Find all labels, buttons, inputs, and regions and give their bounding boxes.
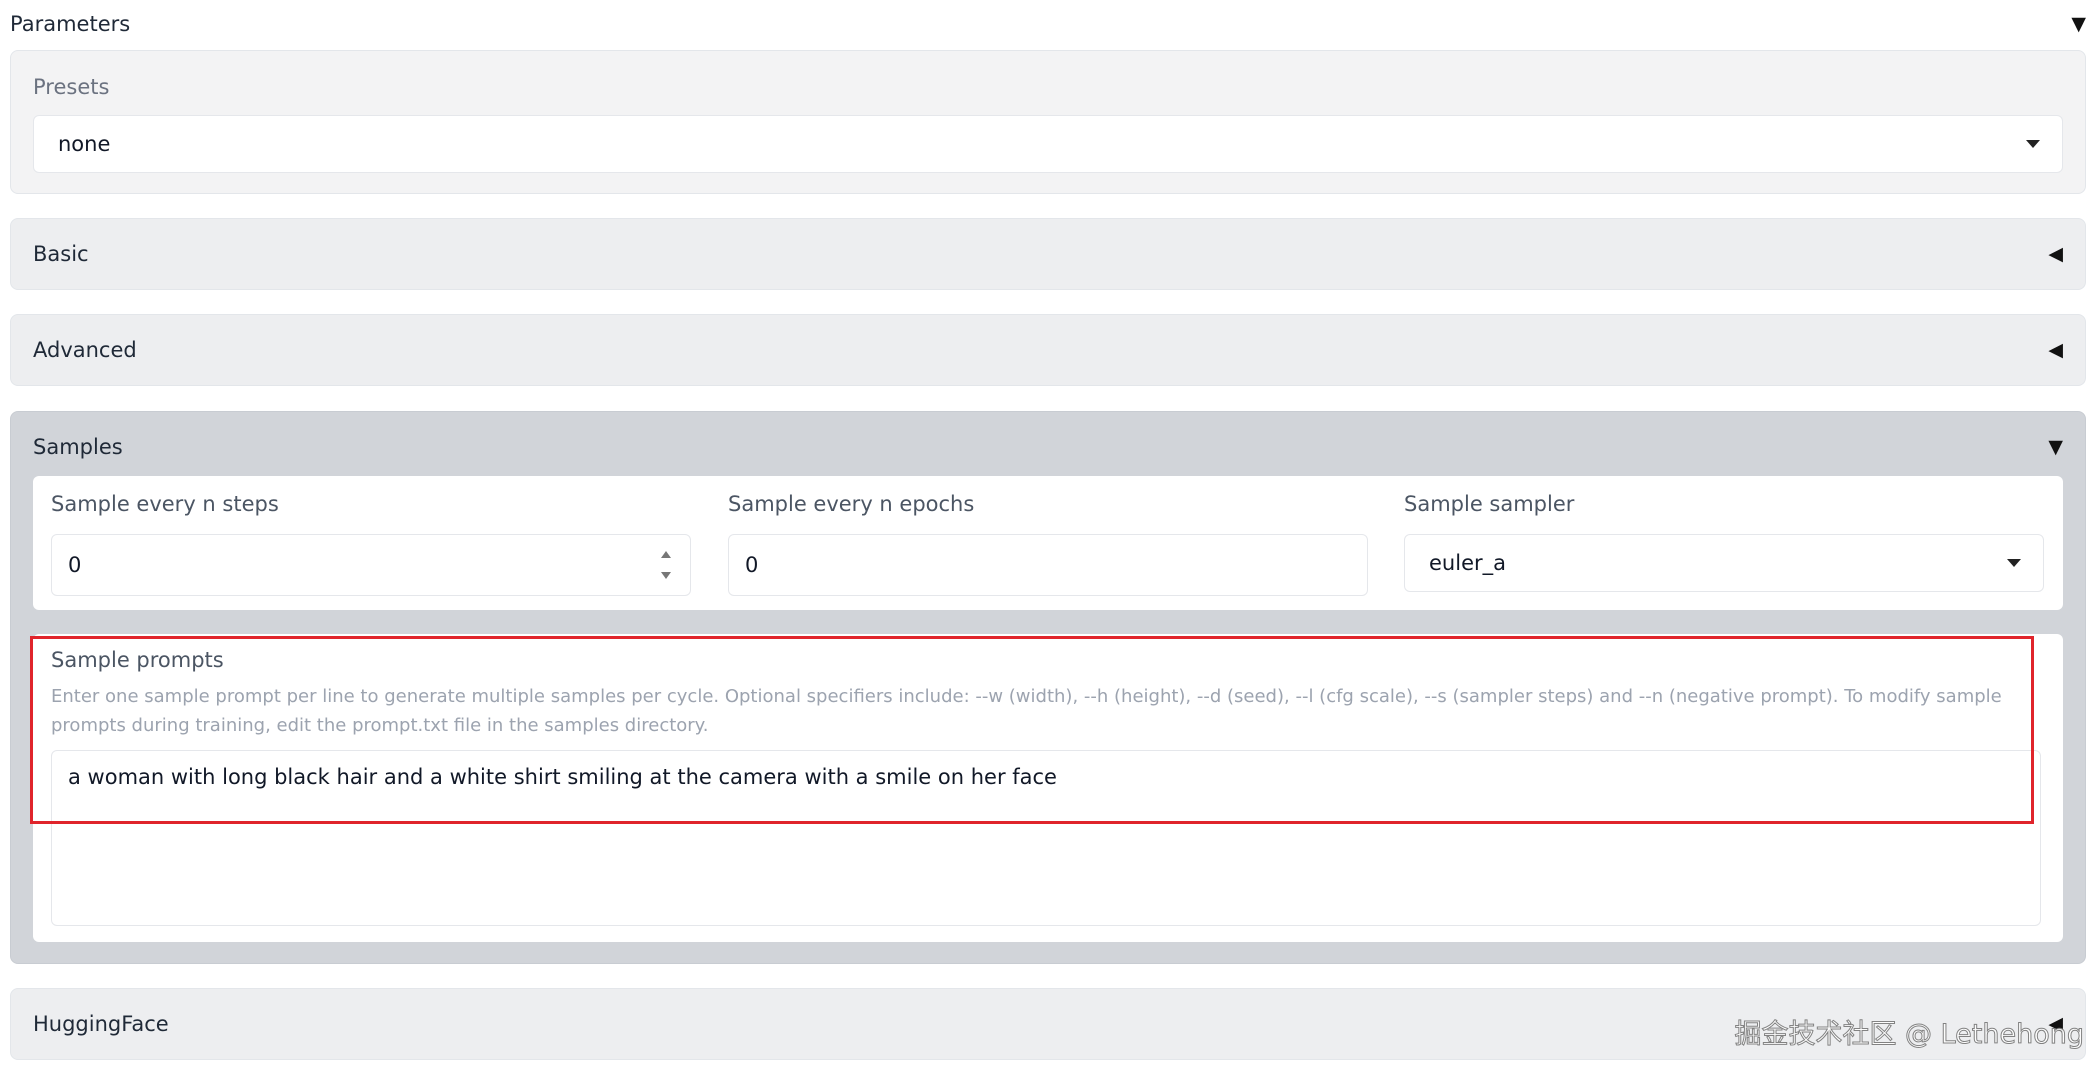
- presets-panel: Presets none: [10, 50, 2086, 194]
- sample-sampler-field: Sample sampler euler_a: [1404, 492, 2044, 592]
- sample-prompts-panel: Sample prompts Enter one sample prompt p…: [33, 634, 2063, 942]
- caret-down-icon: [2007, 559, 2021, 567]
- training-parameters-page: Parameters ▼ Presets none Basic ◀ Advanc…: [0, 0, 2096, 1074]
- triangle-left-icon: ◀: [2048, 242, 2063, 265]
- sample-sampler-selected-value: euler_a: [1429, 551, 1506, 575]
- sample-every-n-epochs-input[interactable]: 0: [728, 534, 1368, 596]
- samples-accordion: Samples ▼ Sample every n steps 0 Sample …: [10, 411, 2086, 964]
- sample-prompts-value: a woman with long black hair and a white…: [68, 765, 1057, 789]
- sample-every-n-steps-input[interactable]: 0: [51, 534, 691, 596]
- sample-sampler-label: Sample sampler: [1404, 492, 1575, 516]
- advanced-title: Advanced: [33, 338, 137, 362]
- samples-header[interactable]: Samples ▼: [33, 432, 2063, 462]
- sample-prompts-info: Enter one sample prompt per line to gene…: [51, 686, 2002, 736]
- presets-label: Presets: [33, 75, 110, 99]
- sample-every-n-epochs-value: 0: [745, 553, 759, 577]
- watermark: 掘金技术社区 @ Lethehong: [1734, 1019, 2085, 1051]
- presets-selected-value: none: [58, 132, 111, 156]
- sample-every-n-epochs-label: Sample every n epochs: [728, 492, 975, 516]
- sample-settings-row: Sample every n steps 0 Sample every n ep…: [33, 476, 2063, 610]
- parameters-title: Parameters: [10, 12, 131, 36]
- sample-sampler-dropdown[interactable]: euler_a: [1404, 534, 2044, 592]
- advanced-accordion[interactable]: Advanced ◀: [10, 314, 2086, 386]
- sample-every-n-steps-value: 0: [68, 553, 82, 577]
- sample-every-n-steps-field: Sample every n steps 0: [51, 492, 691, 596]
- parameters-header[interactable]: Parameters ▼: [10, 4, 2086, 44]
- caret-down-icon: [2026, 140, 2040, 148]
- sample-every-n-epochs-field: Sample every n epochs 0: [728, 492, 1368, 596]
- basic-accordion[interactable]: Basic ◀: [10, 218, 2086, 290]
- triangle-down-icon[interactable]: ▼: [2071, 14, 2086, 34]
- samples-title: Samples: [33, 435, 123, 459]
- stepper-down-icon[interactable]: [661, 572, 671, 579]
- sample-prompts-textarea[interactable]: a woman with long black hair and a white…: [51, 750, 2041, 926]
- triangle-left-icon: ◀: [2048, 338, 2063, 361]
- stepper-icon[interactable]: [660, 551, 672, 579]
- huggingface-title: HuggingFace: [33, 1012, 169, 1036]
- sample-prompts-label: Sample prompts: [51, 648, 224, 672]
- presets-dropdown[interactable]: none: [33, 115, 2063, 173]
- stepper-up-icon[interactable]: [661, 551, 671, 558]
- triangle-down-icon: ▼: [2048, 435, 2063, 458]
- sample-every-n-steps-label: Sample every n steps: [51, 492, 279, 516]
- basic-title: Basic: [33, 242, 89, 266]
